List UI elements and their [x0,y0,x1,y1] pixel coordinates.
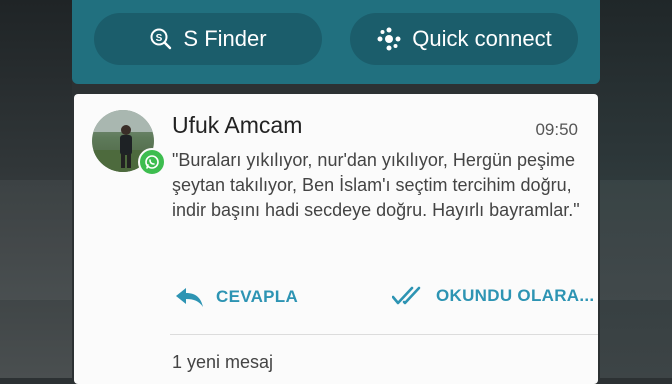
s-finder-label: S Finder [183,26,267,51]
reply-icon [174,286,204,308]
quick-connect-label: Quick connect [412,26,552,51]
double-check-icon [392,286,424,306]
s-finder-search-icon: S [149,27,173,51]
quick-settings-panel: S S Finder Quick connect [72,0,600,84]
message-time: 09:50 [535,120,578,139]
reply-label: CEVAPLA [216,287,299,306]
svg-text:S: S [156,33,163,44]
new-message-count: 1 yeni mesaj [172,352,274,372]
message-text: "Buraları yıkılıyor, nur'dan yıkılıyor, … [172,150,580,220]
s-finder-button[interactable]: S S Finder [94,13,322,65]
reply-button[interactable]: CEVAPLA [174,286,298,308]
quick-connect-button[interactable]: Quick connect [350,13,578,65]
quick-connect-icon [376,27,402,51]
mark-as-read-label: OKUNDU OLARA... [436,286,595,305]
background-right [600,0,672,378]
background-left [0,0,72,378]
whatsapp-icon [138,148,166,176]
sender-name: Ufuk Amcam [172,112,303,138]
message-notification-card[interactable]: Ufuk Amcam 09:50 "Buraları yıkılıyor, nu… [74,94,598,384]
mark-as-read-button[interactable]: OKUNDU OLARA... [392,286,594,306]
divider [170,334,598,335]
